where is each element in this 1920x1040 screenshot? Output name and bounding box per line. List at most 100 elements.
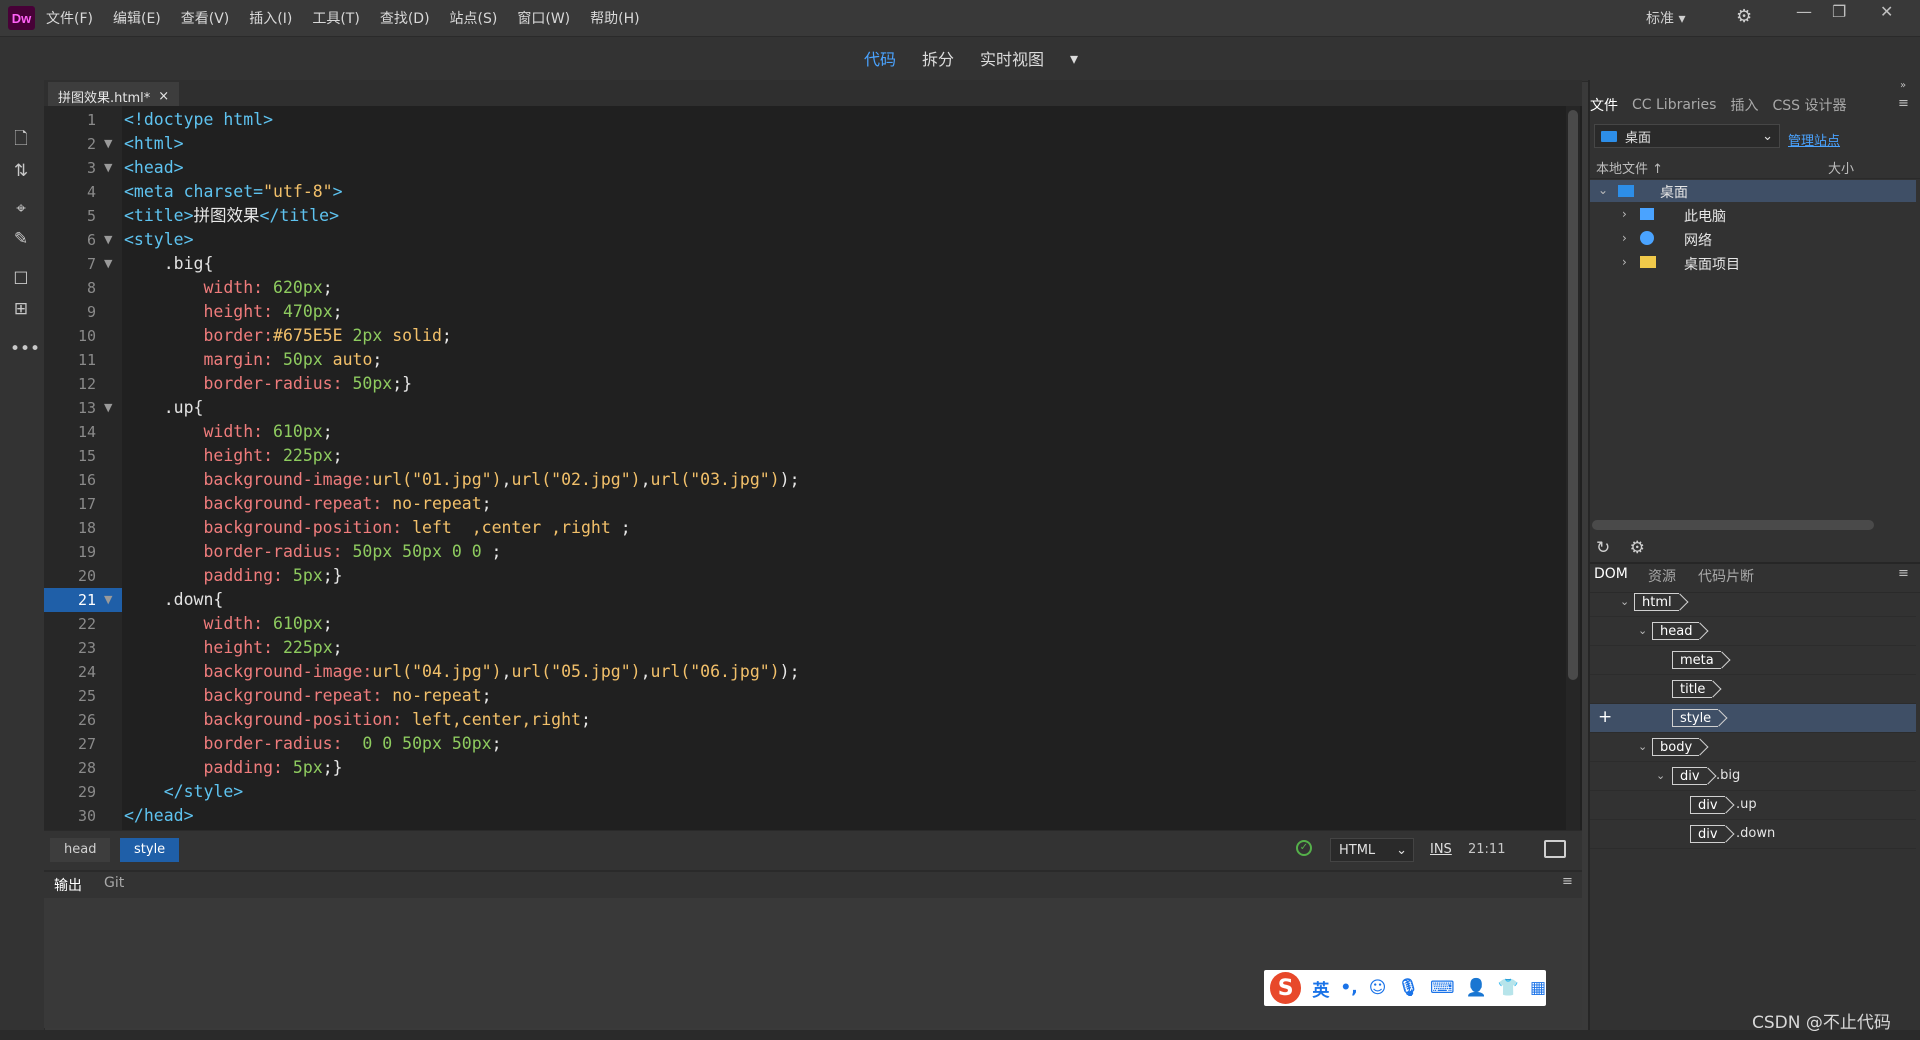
sogou-logo-icon[interactable]: S [1270, 972, 1302, 1004]
tree-row-computer[interactable]: › 此电脑 [1590, 204, 1916, 226]
code-line[interactable]: width: 620px; [124, 276, 332, 300]
fold-toggle-icon[interactable]: ▼ [104, 233, 112, 246]
preview-icon[interactable] [1544, 840, 1566, 858]
dom-node-head[interactable]: ⌄ head [1590, 617, 1916, 646]
code-line[interactable]: <meta charset="utf-8"> [124, 180, 343, 204]
close-tab-icon[interactable]: × [158, 89, 169, 104]
dom-tag[interactable]: meta [1672, 651, 1721, 669]
tab-cc-libraries[interactable]: CC Libraries [1632, 97, 1716, 113]
dom-tag[interactable]: title [1672, 680, 1713, 698]
dom-node-meta[interactable]: meta [1590, 646, 1916, 675]
code-line[interactable]: background-image:url("01.jpg"),url("02.j… [124, 468, 799, 492]
code-line[interactable]: height: 225px; [124, 636, 342, 660]
fold-toggle-icon[interactable]: ▼ [104, 137, 112, 150]
minimize-icon[interactable]: — [1796, 2, 1812, 21]
tab-insert[interactable]: 插入 [1730, 95, 1758, 115]
tree-row-desktop-projects[interactable]: › 桌面项目 [1590, 252, 1916, 274]
tab-snippets[interactable]: 代码片断 [1698, 566, 1754, 586]
dom-node-body[interactable]: ⌄ body [1590, 733, 1916, 762]
code-line[interactable]: </style> [124, 780, 243, 804]
column-local-files[interactable]: 本地文件 ↑ [1596, 158, 1663, 177]
code-line[interactable]: padding: 5px;} [124, 564, 342, 588]
code-line[interactable]: background-image:url("04.jpg"),url("05.j… [124, 660, 799, 684]
chevron-down-icon[interactable]: ⌄ [1638, 624, 1647, 637]
code-line[interactable]: <head> [124, 156, 184, 180]
check-icon[interactable]: ✓ [1296, 840, 1312, 856]
dom-tag[interactable]: head [1652, 622, 1700, 640]
dom-tag[interactable]: div [1690, 825, 1725, 843]
code-line[interactable]: </head> [124, 804, 194, 828]
chevron-down-icon[interactable]: ⌄ [1598, 183, 1608, 197]
chevron-right-icon[interactable]: › [1622, 255, 1627, 269]
code-line[interactable]: height: 225px; [124, 444, 342, 468]
chevron-down-icon[interactable]: ▾ [1070, 49, 1078, 68]
dom-node-div-down[interactable]: div .down [1590, 820, 1916, 849]
ime-punctuation[interactable]: •, [1340, 978, 1357, 998]
menu-help[interactable]: 帮助(H) [590, 8, 639, 28]
breadcrumb-style[interactable]: style [120, 838, 180, 862]
brush-icon[interactable]: ✎ [10, 228, 32, 250]
column-size[interactable]: 大小 [1828, 158, 1854, 177]
tab-git[interactable]: Git [104, 875, 124, 891]
code-view-button[interactable]: 代码 [864, 46, 896, 70]
workspace-switcher[interactable]: 标准 ▾ [1646, 8, 1685, 28]
skin-icon[interactable]: 👕 [1498, 978, 1519, 998]
code-line[interactable]: border-radius: 50px 50px 0 0 ; [124, 540, 501, 564]
horizontal-scrollbar[interactable] [1592, 520, 1874, 530]
code-line[interactable]: <style> [124, 228, 194, 252]
code-line[interactable]: .up{ [124, 396, 204, 420]
code-line[interactable]: background-repeat: no-repeat; [124, 684, 491, 708]
chevron-right-icon[interactable]: › [1622, 207, 1627, 221]
ime-language[interactable]: 英 [1312, 976, 1329, 1001]
code-line[interactable]: border:#675E5E 2px solid; [124, 324, 451, 348]
code-line[interactable]: margin: 50px auto; [124, 348, 382, 372]
fold-toggle-icon[interactable]: ▼ [104, 257, 112, 270]
code-line[interactable]: border-radius: 0 0 50px 50px; [124, 732, 501, 756]
code-line[interactable]: <html> [124, 132, 184, 156]
code-line[interactable]: <!doctype html> [124, 108, 273, 132]
code-line[interactable]: .big{ [124, 252, 214, 276]
dom-node-div-up[interactable]: div .up [1590, 791, 1916, 820]
menu-file[interactable]: 文件(F) [46, 8, 93, 28]
microphone-icon[interactable]: 🎙 [1397, 978, 1419, 998]
code-line[interactable]: width: 610px; [124, 612, 332, 636]
panel-menu-icon[interactable]: ≡ [1898, 566, 1909, 581]
dom-tag[interactable]: div [1672, 767, 1707, 785]
code-line[interactable]: .down{ [124, 588, 224, 612]
format-icon[interactable]: ⊞ [10, 298, 32, 320]
breadcrumb-head[interactable]: head [50, 838, 111, 862]
dom-node-title[interactable]: title [1590, 675, 1916, 704]
collapse-icon[interactable]: » [1900, 80, 1906, 91]
tab-assets[interactable]: 资源 [1648, 566, 1676, 586]
chevron-down-icon[interactable]: ⌄ [1638, 740, 1647, 753]
dom-tag[interactable]: body [1652, 738, 1700, 756]
document-tab[interactable]: 拼图效果.html* × [48, 82, 180, 108]
user-icon[interactable]: 👤 [1466, 978, 1487, 998]
code-line[interactable]: height: 470px; [124, 300, 342, 324]
apps-icon[interactable]: ▦ [1530, 978, 1546, 998]
wrap-tag-icon[interactable]: ⌖ [10, 198, 32, 220]
connect-icon[interactable]: ⚙ [1630, 538, 1645, 558]
tab-css-designer[interactable]: CSS 设计器 [1772, 95, 1846, 115]
emoji-icon[interactable]: ☺ [1369, 978, 1387, 998]
tab-files[interactable]: 文件 [1590, 95, 1618, 115]
panel-menu-icon[interactable]: ≡ [1562, 874, 1573, 889]
code-line[interactable]: border-radius: 50px;} [124, 372, 412, 396]
dom-node-html[interactable]: ⌄ html [1590, 588, 1916, 617]
code-line[interactable]: background-position: left,center,right; [124, 708, 590, 732]
live-view-button[interactable]: 实时视图 [980, 46, 1044, 70]
close-window-icon[interactable]: ✕ [1880, 2, 1893, 21]
more-icon[interactable]: ••• [10, 338, 40, 360]
menu-window[interactable]: 窗口(W) [517, 8, 570, 28]
dom-tag[interactable]: html [1634, 593, 1679, 611]
code-line[interactable]: background-position: left ,center ,right… [124, 516, 630, 540]
code-line[interactable]: padding: 5px;} [124, 756, 342, 780]
panel-menu-icon[interactable]: ≡ [1898, 96, 1909, 111]
restore-icon[interactable]: ❐ [1832, 2, 1846, 21]
refresh-icon[interactable]: ↻ [1596, 538, 1610, 558]
tab-output[interactable]: 输出 [54, 875, 82, 895]
menu-edit[interactable]: 编辑(E) [113, 8, 161, 28]
language-select[interactable]: HTML ⌄ [1330, 838, 1414, 862]
file-icon[interactable]: 🗋 [10, 128, 32, 150]
chevron-right-icon[interactable]: › [1622, 231, 1627, 245]
